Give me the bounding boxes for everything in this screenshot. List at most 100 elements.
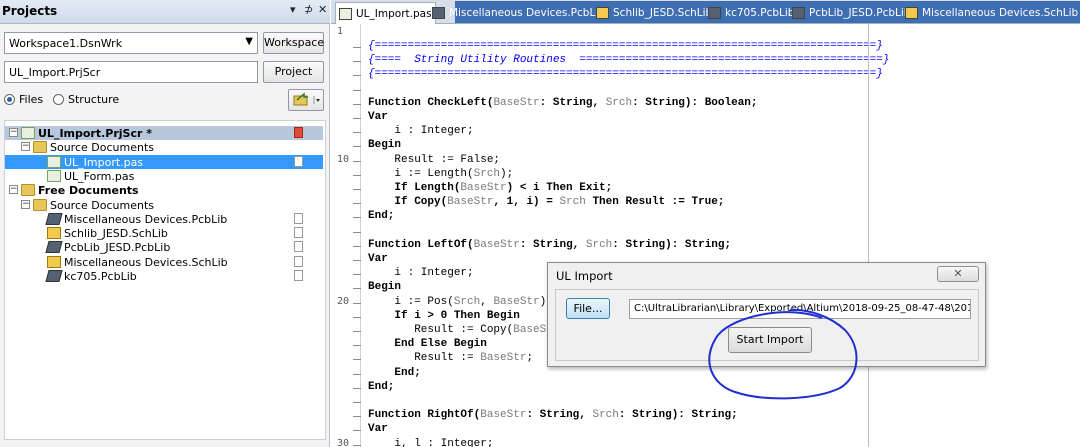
projects-panel: Projects ▾ ⊅ ✕ Workspace1.DsnWrk ▼ Works… (0, 0, 330, 447)
fold-marker (353, 260, 361, 261)
line-number: 1 (337, 26, 344, 37)
document-tab[interactable]: UL_Import.pas (335, 2, 436, 24)
folder-icon (33, 141, 47, 154)
code-token: i : Integer; (368, 125, 474, 138)
open-folder-button[interactable] (288, 89, 324, 111)
tree-item[interactable]: PcbLib_JESD.PcbLib (5, 240, 323, 254)
code-line: Var (368, 111, 388, 123)
structure-radio[interactable]: Structure (53, 93, 119, 106)
code-token: , (480, 295, 494, 308)
tree-item[interactable]: UL_Form.pas (5, 169, 323, 183)
panel-menu-icon[interactable]: ▾ (290, 3, 296, 16)
collapse-icon[interactable]: − (21, 142, 30, 152)
document-status-icon (294, 155, 303, 167)
fold-marker (353, 331, 361, 332)
code-token: Then Result := True; (585, 196, 725, 209)
code-line: If i > 0 Then Begin (368, 310, 519, 322)
collapse-icon[interactable]: − (21, 199, 30, 209)
document-tab[interactable]: PcbLib_JESD.PcbLib (789, 2, 913, 24)
code-line: i := Pos(Srch, BaseStr); (368, 295, 552, 308)
tree-item[interactable]: UL_Import.pas (5, 154, 323, 169)
code-line: Result := False; (368, 154, 500, 166)
workspace-dropdown[interactable]: Workspace1.DsnWrk ▼ (4, 32, 258, 54)
tree-item[interactable]: − Source Documents (5, 140, 323, 154)
tree-item[interactable]: − Source Documents (5, 198, 323, 212)
tree-item[interactable]: Schlib_JESD.SchLib (5, 226, 323, 240)
tree-item-label: PcbLib_JESD.PcbLib (64, 241, 171, 255)
code-line: End; (368, 381, 394, 393)
project-button[interactable]: Project (263, 61, 324, 83)
code-token: Srch (592, 409, 619, 422)
chevron-down-icon: ▼ (245, 36, 253, 47)
code-token: Srch (453, 295, 481, 308)
fold-marker (353, 174, 361, 176)
code-token: End Else Begin (368, 338, 487, 351)
code-line: Var (368, 253, 388, 265)
schlib-icon (596, 7, 609, 19)
code-token: Srch (559, 196, 586, 209)
tree-item-label: Miscellaneous Devices.PcbLib (64, 212, 228, 226)
document-status-icon (294, 241, 303, 253)
code-token: Srch (585, 238, 613, 251)
line-number: 20 (337, 295, 350, 307)
document-tab[interactable]: Schlib_JESD.SchLib (593, 2, 715, 24)
radio-unselected-icon (53, 94, 64, 105)
code-token: {==== String Utility Routines ==========… (368, 54, 890, 67)
schlib-icon (47, 227, 61, 240)
document-status-icon (294, 127, 303, 138)
code-token: : String): Boolean; (632, 96, 758, 109)
code-line: {=======================================… (368, 68, 883, 80)
document-tab[interactable]: kc705.PcbLib (705, 2, 797, 24)
fold-marker (353, 146, 361, 148)
close-panel-icon[interactable]: ✕ (318, 3, 327, 16)
code-token: Srch (473, 167, 501, 180)
code-token: If Copy( (368, 196, 448, 209)
project-field[interactable]: UL_Import.PrjScr (4, 61, 258, 83)
fold-marker (353, 203, 361, 205)
tree-item-label: kc705.PcbLib (64, 270, 137, 283)
collapse-icon[interactable]: − (9, 128, 18, 137)
pin-icon[interactable]: ⊅ (304, 3, 313, 16)
code-line: Begin (368, 281, 401, 293)
pas-file-icon (339, 7, 352, 20)
code-token: Var (368, 253, 388, 265)
code-token: i : Integer; (368, 267, 474, 280)
code-token: BaseStr (493, 96, 540, 109)
code-token: BaseStr (480, 409, 527, 422)
tree-item-label: UL_Import.pas (64, 155, 144, 169)
tree-item[interactable]: Miscellaneous Devices.SchLib (5, 255, 323, 269)
fold-marker (353, 274, 361, 276)
file-button[interactable]: File... (566, 298, 610, 319)
fold-marker (353, 288, 361, 290)
fold-marker (353, 118, 361, 119)
folder-open-icon (293, 92, 320, 106)
code-text[interactable]: {=======================================… (368, 24, 890, 447)
fold-marker (353, 245, 361, 247)
code-token: BaseStr (460, 182, 507, 194)
tree-item[interactable]: − Free Documents (5, 183, 323, 197)
panel-title: Projects (2, 4, 58, 18)
document-tab[interactable]: Miscellaneous Devices.SchLib (902, 2, 1080, 24)
code-line: Function CheckLeft(BaseStr: String, Srch… (368, 97, 758, 109)
code-line: Function RightOf(BaseStr: String, Srch: … (368, 409, 738, 421)
workspace-button[interactable]: Workspace (263, 32, 324, 54)
close-button[interactable]: ✕ (937, 266, 979, 282)
code-token: Srch (605, 96, 633, 109)
code-line: End; (368, 367, 420, 379)
code-line: Result := BaseStr; (368, 352, 533, 364)
start-import-button[interactable]: Start Import (728, 327, 812, 353)
files-radio[interactable]: Files (4, 93, 43, 106)
file-path-field[interactable]: C:\UltraLibrarian\Library\Exported\Altiu… (629, 299, 971, 319)
pcblib-icon (708, 7, 721, 19)
tree-item[interactable]: − UL_Import.PrjScr * (5, 126, 323, 140)
tree-item[interactable]: Miscellaneous Devices.PcbLib (5, 212, 323, 226)
tree-item[interactable]: kc705.PcbLib (5, 269, 323, 283)
collapse-icon[interactable]: − (9, 185, 18, 195)
fold-marker (353, 217, 361, 219)
code-line: Var (368, 423, 388, 435)
document-tab[interactable]: Miscellaneous Devices.PcbLib (429, 2, 608, 24)
code-token: CheckLeft (427, 96, 487, 109)
pcblib-icon (45, 270, 63, 282)
fold-marker (353, 75, 361, 77)
code-editor: UL_Import.pas Miscellaneous Devices.PcbLi… (331, 0, 1080, 447)
